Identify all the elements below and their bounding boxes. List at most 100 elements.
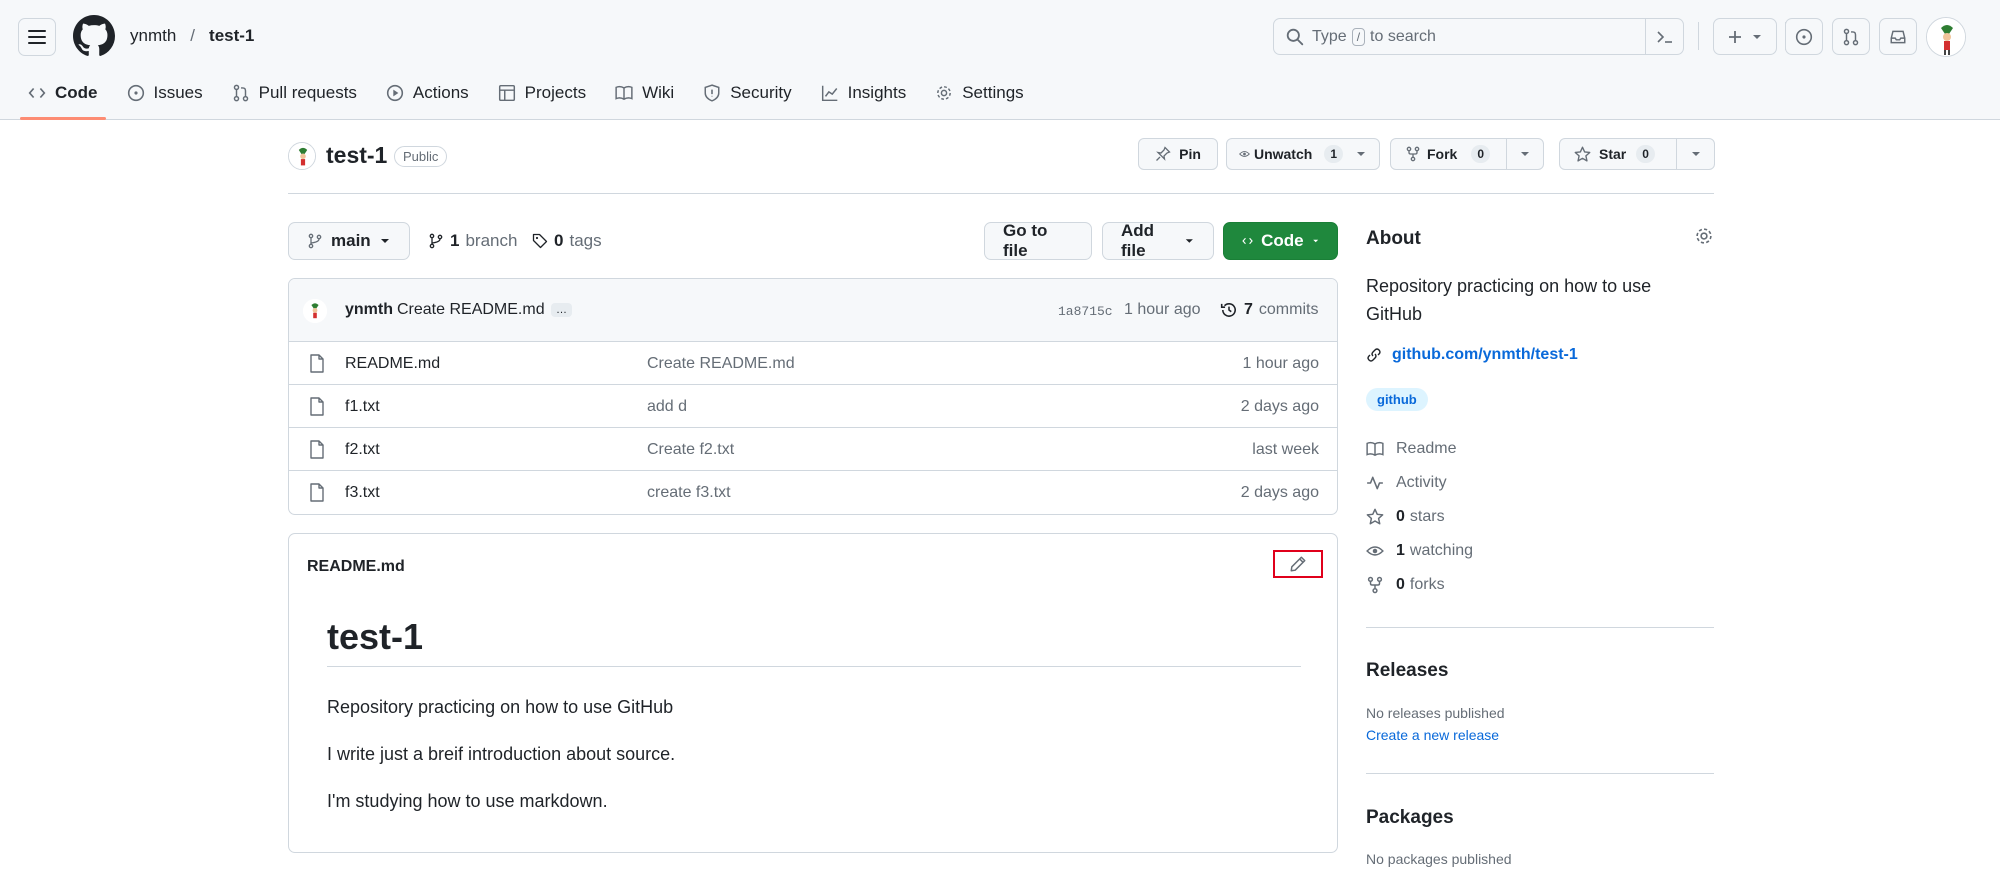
stars-word: stars [1409,508,1445,525]
breadcrumb-repo[interactable]: test-1 [209,26,254,46]
tab-pull-requests[interactable]: Pull requests [222,72,367,114]
pin-label: Pin [1179,146,1201,162]
user-avatar[interactable] [1926,17,1966,57]
commits-link[interactable]: 7 commits [1220,301,1318,319]
file-commit-message[interactable]: Create f2.txt [647,441,734,459]
star-count: 0 [1636,145,1655,163]
star-dropdown[interactable] [1676,139,1714,169]
tab-label: Issues [153,83,203,102]
fork-button[interactable]: Fork 0 [1390,138,1544,170]
pull-request-icon [1843,28,1859,45]
edit-readme-button[interactable] [1273,550,1323,578]
tab-label: Settings [962,83,1024,102]
commit-author[interactable]: ynmth [345,301,393,319]
watching-link[interactable]: 1 watching [1366,542,1473,560]
commit-message[interactable]: Create README.md [397,301,545,319]
breadcrumb-owner[interactable]: ynmth [130,26,176,46]
graph-icon [821,85,837,102]
unwatch-dropdown[interactable] [1343,139,1379,169]
caret-down-icon [1753,34,1761,39]
caret-down-icon [1691,152,1700,156]
tab-insights[interactable]: Insights [811,72,917,114]
eye-icon [1239,151,1250,157]
create-new-button[interactable] [1713,18,1777,55]
file-name[interactable]: f1.txt [345,398,380,416]
issue-icon [1795,28,1813,45]
tab-projects[interactable]: Projects [488,72,596,114]
file-row[interactable]: README.md Create README.md 1 hour ago [289,342,1337,385]
watching-count: 1 [1396,542,1405,559]
commit-expand-button[interactable]: … [551,303,572,317]
play-icon [386,84,404,102]
tab-label: Actions [412,83,469,102]
readme-paragraph: Repository practicing on how to use GitH… [327,697,674,717]
create-release-link[interactable]: Create a new release [1366,727,1499,743]
commit-sha[interactable]: 1a8715c [1058,304,1113,319]
forks-link[interactable]: 0 forks [1366,576,1445,594]
tab-issues[interactable]: Issues [117,72,213,114]
no-releases-text: No releases published [1366,705,1505,721]
repo-website-link[interactable]: github.com/ynmth/test-1 [1366,346,1578,364]
add-file-button[interactable]: Add file [1102,221,1214,260]
file-name[interactable]: f3.txt [345,484,380,502]
file-row[interactable]: f1.txt add d 2 days ago [289,385,1337,428]
table-icon [498,84,515,102]
code-button[interactable]: Code [1223,222,1338,260]
book-icon [615,85,633,101]
releases-heading[interactable]: Releases [1366,660,1448,682]
file-row[interactable]: f3.txt create f3.txt 2 days ago [289,471,1337,514]
readme-link[interactable]: Readme [1366,440,1456,458]
tab-code[interactable]: Code [18,72,108,120]
tags-link[interactable]: 0 tags [532,222,602,260]
terminal-icon [1656,30,1672,43]
branch-selector[interactable]: main [288,222,410,260]
commit-author-avatar[interactable] [303,299,327,323]
pull-request-icon [233,84,248,102]
file-row[interactable]: f2.txt Create f2.txt last week [289,428,1337,471]
file-name[interactable]: README.md [345,355,440,373]
code-icon [1242,237,1253,245]
activity-link[interactable]: Activity [1366,474,1447,492]
issues-button[interactable] [1785,18,1823,55]
branch-icon [308,233,322,249]
repo-name[interactable]: test-1 [326,142,387,169]
readme-file-title[interactable]: README.md [307,558,405,576]
stars-link[interactable]: 0 stars [1366,508,1445,526]
search-input[interactable]: Type / to search [1273,18,1684,55]
branches-link[interactable]: 1 branch [428,222,517,260]
pull-requests-button[interactable] [1832,18,1870,55]
pin-button[interactable]: Pin [1138,138,1218,170]
watching-word: watching [1409,542,1474,559]
topic-tag[interactable]: github [1366,388,1428,411]
file-name[interactable]: f2.txt [345,441,380,459]
menu-button[interactable] [18,18,56,56]
go-to-file-button[interactable]: Go to file [984,221,1092,260]
code-icon [28,87,46,99]
file-commit-message[interactable]: Create README.md [647,355,795,373]
packages-heading[interactable]: Packages [1366,807,1454,829]
tab-security[interactable]: Security [693,72,801,114]
inbox-button[interactable] [1879,18,1917,55]
commit-time: 1 hour ago [1124,301,1201,318]
github-logo-icon[interactable] [73,15,115,57]
file-icon [310,354,324,373]
star-button[interactable]: Star 0 [1559,138,1715,170]
tab-wiki[interactable]: Wiki [605,72,684,114]
header-divider [1698,22,1699,50]
command-palette-button[interactable] [1645,19,1683,54]
file-commit-message[interactable]: add d [647,398,687,416]
readme-paragraph: I'm studying how to use markdown. [327,791,608,811]
tab-actions[interactable]: Actions [376,72,479,114]
unwatch-button[interactable]: Unwatch 1 [1226,138,1380,170]
breadcrumb: ynmth / test-1 [130,26,254,46]
activity-label: Activity [1396,474,1447,491]
add-file-label: Add file [1121,221,1155,260]
file-commit-message[interactable]: create f3.txt [647,484,731,502]
history-icon [1220,303,1236,317]
gear-icon[interactable] [1694,226,1714,246]
pulse-icon [1367,476,1383,490]
repo-owner-avatar[interactable] [288,142,316,170]
fork-dropdown[interactable] [1505,139,1543,169]
tab-settings[interactable]: Settings [925,72,1033,114]
breadcrumb-separator: / [190,26,196,45]
